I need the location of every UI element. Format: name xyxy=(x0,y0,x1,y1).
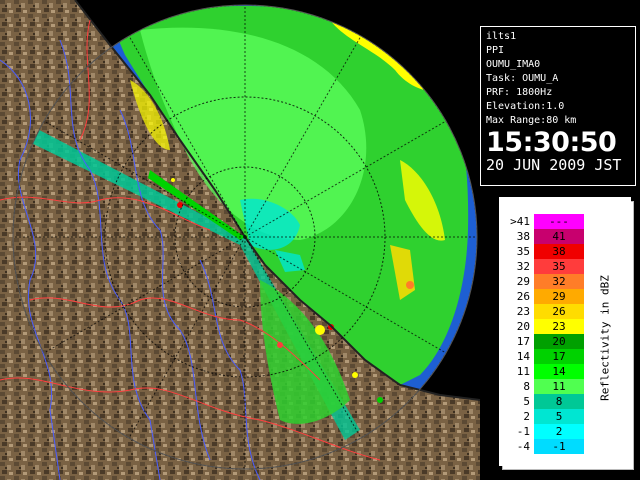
legend-upper-bound: 11 xyxy=(552,380,566,393)
legend-row: >41 --- xyxy=(508,214,584,229)
legend-upper-bound: 41 xyxy=(552,230,566,243)
legend-row: 20 23 xyxy=(508,319,584,334)
legend-upper-bound: 23 xyxy=(552,320,566,333)
legend-row: -4 -1 xyxy=(508,439,584,454)
legend-lower-bound: >41 xyxy=(510,215,530,228)
site-name: OUMU_IMA0 xyxy=(486,59,541,70)
legend-lower-bound: 35 xyxy=(516,245,530,258)
legend-lower-bound: 29 xyxy=(516,275,530,288)
legend-lower-bound: 14 xyxy=(516,350,530,363)
legend-row: 17 20 xyxy=(508,334,584,349)
legend-title: Reflectivity in dBZ xyxy=(593,238,617,438)
legend-lower-bound: 17 xyxy=(516,335,530,348)
legend-row: 58 xyxy=(508,394,584,409)
legend-lower-bound: 8 xyxy=(523,380,530,393)
legend-upper-bound: 35 xyxy=(552,260,566,273)
legend-upper-bound: 8 xyxy=(555,395,563,408)
legend-upper-bound: 29 xyxy=(552,290,566,303)
legend-row: 8 11 xyxy=(508,379,584,394)
legend-upper-bound: 14 xyxy=(552,365,566,378)
legend-row: 11 14 xyxy=(508,364,584,379)
legend-row: 25 xyxy=(508,409,584,424)
legend-upper-bound: 32 xyxy=(552,275,566,288)
prf-value: PRF: 1800Hz xyxy=(486,87,553,98)
legend-lower-bound: 38 xyxy=(516,230,530,243)
elevation-value: Elevation:1.0 xyxy=(486,101,565,112)
legend-upper-bound: --- xyxy=(549,215,569,228)
legend-row: 35 38 xyxy=(508,244,584,259)
scan-date: 20 JUN 2009 JST xyxy=(486,156,622,174)
legend-title-text: Reflectivity in dBZ xyxy=(598,275,612,401)
legend-upper-bound: -1 xyxy=(552,440,566,453)
legend-lower-bound: 11 xyxy=(516,365,530,378)
scan-time: 15:30:50 xyxy=(486,127,617,158)
legend-upper-bound: 26 xyxy=(552,305,566,318)
legend-lower-bound: 26 xyxy=(516,290,530,303)
task-name: Task: OUMU_A xyxy=(486,73,559,84)
legend-upper-bound: 17 xyxy=(552,350,566,363)
legend-lower-bound: 20 xyxy=(516,320,530,333)
legend-lower-bound: 23 xyxy=(516,305,530,318)
legend-upper-bound: 5 xyxy=(555,410,563,423)
scan-mode: PPI xyxy=(486,45,505,56)
legend-lower-bound: -1 xyxy=(516,425,530,438)
legend-rows: >41 --- 38 41 35 38 32 35 29 32 26 29 23 26 20 23 17 20 14… xyxy=(508,214,584,454)
legend-upper-bound: 38 xyxy=(552,245,566,258)
legend-upper-bound: 20 xyxy=(552,335,566,348)
station-name: ilts1 xyxy=(486,31,517,42)
legend-row: 29 32 xyxy=(508,274,584,289)
legend-lower-bound: 5 xyxy=(523,395,530,408)
legend-row: 23 26 xyxy=(508,304,584,319)
legend-lower-bound: 32 xyxy=(516,260,530,273)
legend-row: 32 35 xyxy=(508,259,584,274)
legend-row: -1 2 xyxy=(508,424,584,439)
scan-info-panel: ilts1 PPI OUMU_IMA0 Task: OUMU_A PRF: 18… xyxy=(480,26,636,186)
max-range-value: Max Range:80 km xyxy=(486,115,577,126)
legend-row: 14 17 xyxy=(508,349,584,364)
legend-row: 38 41 xyxy=(508,229,584,244)
legend-lower-bound: 2 xyxy=(523,410,530,423)
reflectivity-legend: >41 --- 38 41 35 38 32 35 29 32 26 29 23 26 20 23 17 20 14… xyxy=(499,197,631,466)
legend-lower-bound: -4 xyxy=(516,440,530,453)
legend-upper-bound: 2 xyxy=(555,425,563,438)
legend-row: 26 29 xyxy=(508,289,584,304)
